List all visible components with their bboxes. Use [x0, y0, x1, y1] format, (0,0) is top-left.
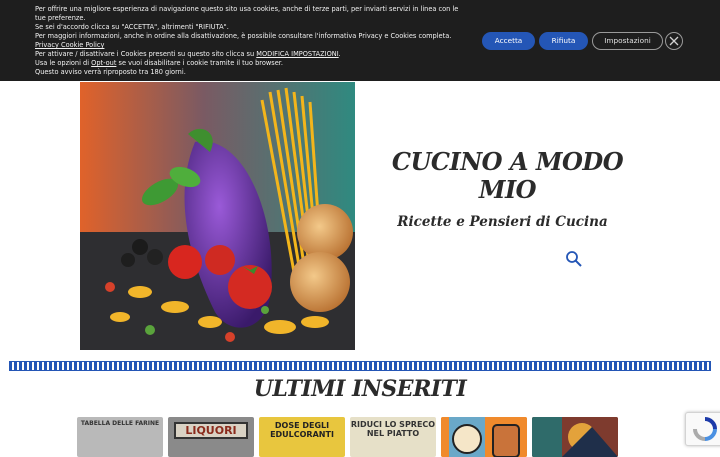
privacy-cookie-policy-link[interactable]: Privacy Cookie Policy	[35, 41, 104, 49]
cookie-line-5-end: se vuoi disabilitare i cookie tramite il…	[116, 59, 283, 67]
search-icon	[566, 251, 582, 267]
cookie-line-2: Se sei d'accordo clicca su "ACCETTA", al…	[35, 23, 229, 31]
cookie-line-4-end: .	[338, 50, 341, 58]
cookie-line-4: Per attivare / disattivare i Cookies pre…	[35, 50, 460, 59]
thumbnail-label: LIQUORI	[174, 422, 248, 439]
settings-button[interactable]: Impostazioni	[592, 32, 663, 50]
search-button[interactable]	[565, 250, 583, 268]
post-thumbnail-reduce-waste[interactable]: RIDUCI LO SPRECO NEL PIATTO	[350, 417, 436, 457]
cookie-text: Per offrire una migliore esperienza di n…	[35, 5, 460, 77]
recaptcha-icon	[693, 417, 717, 441]
post-thumbnail-jars[interactable]	[441, 417, 527, 457]
hero-image	[80, 82, 355, 350]
jar-illustration	[441, 417, 527, 457]
close-icon	[669, 36, 679, 46]
site-title[interactable]: CUCINO A MODO MIO	[385, 148, 630, 204]
cookie-line-3-text: Per maggiori informazioni, anche in ordi…	[35, 32, 452, 40]
post-thumbnail-artwork[interactable]	[532, 417, 618, 457]
cookie-line-5-text: Usa le opzioni di	[35, 59, 92, 67]
recaptcha-badge[interactable]	[685, 412, 720, 446]
thumbnail-label: TABELLA DELLE FARINE	[80, 420, 160, 427]
cookie-banner: Per offrire una migliore esperienza di n…	[0, 0, 720, 81]
cookie-line-4-text: Per attivare / disattivare i Cookies pre…	[35, 50, 257, 58]
accept-button[interactable]: Accetta	[482, 32, 535, 50]
post-thumbnail-liquors[interactable]: LIQUORI	[168, 417, 254, 457]
cookie-line-5: Usa le opzioni di Opt-out se vuoi disabi…	[35, 59, 460, 68]
close-banner-button[interactable]	[665, 32, 683, 50]
cookie-line-1: Per offrire una migliore esperienza di n…	[35, 5, 459, 22]
post-thumbnail-sweeteners[interactable]: DOSE DEGLI EDULCORANTI	[259, 417, 345, 457]
pasta-vegetables-illustration	[80, 82, 355, 350]
post-thumbnail-flour-table[interactable]: TABELLA DELLE FARINE	[77, 417, 163, 457]
reject-button[interactable]: Rifiuta	[539, 32, 588, 50]
thumbnail-label: RIDUCI LO SPRECO NEL PIATTO	[350, 420, 436, 438]
opt-out-link[interactable]: Opt-out	[91, 59, 116, 67]
cookie-line-6: Questo avviso verrà riproposto tra 180 g…	[35, 68, 186, 76]
thumbnail-label: DOSE DEGLI EDULCORANTI	[270, 421, 334, 439]
modify-settings-link[interactable]: MODIFICA IMPOSTAZIONI	[256, 50, 338, 58]
section-title: ULTIMI INSERITI	[253, 376, 467, 402]
artwork-illustration	[532, 417, 618, 457]
cookie-line-3: Per maggiori informazioni, anche in ordi…	[35, 32, 460, 50]
site-tagline: Ricette e Pensieri di Cucina	[397, 214, 608, 230]
decorative-divider	[9, 361, 711, 371]
